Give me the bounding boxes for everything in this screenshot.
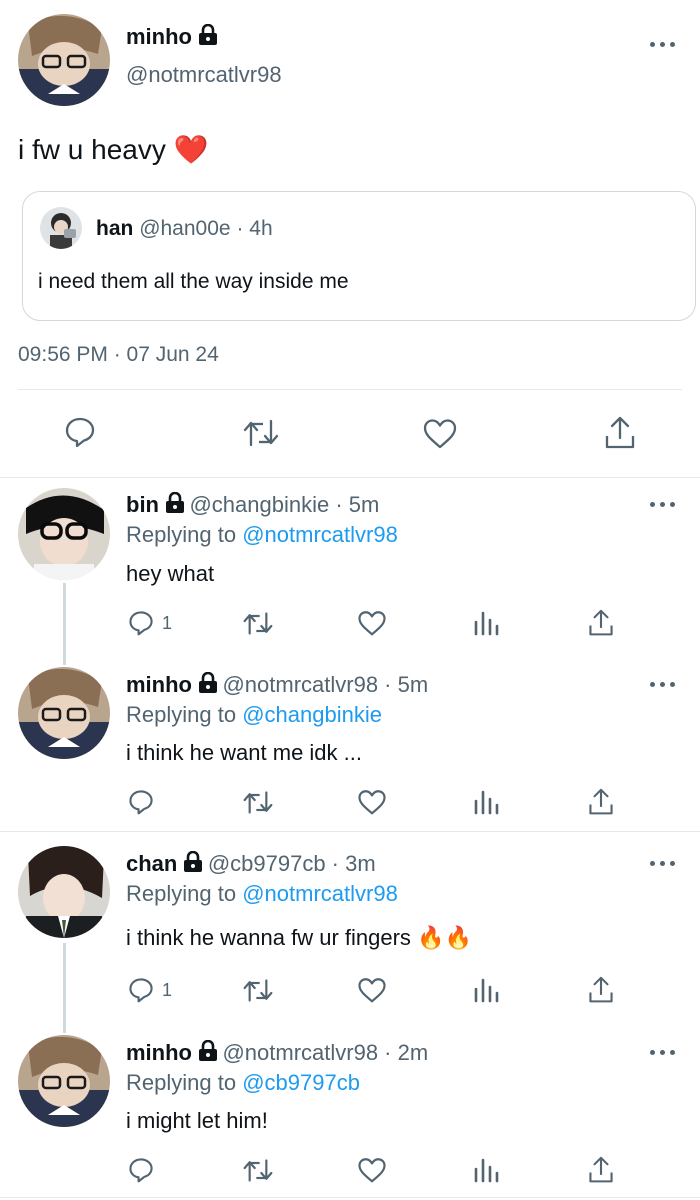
more-options-icon[interactable] xyxy=(650,39,676,49)
reply-icon[interactable] xyxy=(64,416,96,448)
avatar-minho[interactable] xyxy=(18,14,110,106)
divider xyxy=(18,389,682,390)
retweet-icon[interactable] xyxy=(243,790,273,815)
author-name[interactable]: minho xyxy=(126,24,192,49)
like-icon[interactable] xyxy=(357,977,387,1004)
divider xyxy=(0,831,700,832)
heart-emoji: ❤️ xyxy=(173,134,209,165)
lock-icon xyxy=(165,491,185,519)
replying-label: Replying to xyxy=(126,522,237,547)
reply-text: hey what xyxy=(126,561,215,586)
avatar-minho[interactable] xyxy=(18,667,110,759)
lock-icon xyxy=(198,1039,218,1067)
retweet-icon[interactable] xyxy=(243,978,273,1003)
retweet-icon[interactable] xyxy=(243,418,279,448)
avatar-bin[interactable] xyxy=(18,488,110,580)
share-icon[interactable] xyxy=(588,609,614,637)
retweet-icon[interactable] xyxy=(243,611,273,636)
divider xyxy=(0,477,700,478)
reply-icon[interactable] xyxy=(128,977,154,1003)
tweet-text: i fw u heavy xyxy=(18,134,166,165)
lock-icon xyxy=(183,850,203,878)
reply-text: i think he wanna fw ur fingers xyxy=(126,925,411,950)
reply-icon[interactable] xyxy=(128,1157,154,1183)
thread-line xyxy=(63,583,66,665)
author-handle-time[interactable]: @changbinkie · 5m xyxy=(189,492,379,517)
reply-text: i think he want me idk ... xyxy=(126,740,362,765)
analytics-icon[interactable] xyxy=(473,610,499,636)
replying-label: Replying to xyxy=(126,702,237,727)
reply-text: i might let him! xyxy=(126,1108,268,1133)
more-options-icon[interactable] xyxy=(650,499,676,509)
author-name[interactable]: chan xyxy=(126,851,177,876)
share-icon[interactable] xyxy=(588,1156,614,1184)
author-handle-time[interactable]: @notmrcatlvr98 · 2m xyxy=(222,1040,428,1065)
share-icon[interactable] xyxy=(588,976,614,1004)
author-handle-time[interactable]: @cb9797cb · 3m xyxy=(208,851,376,876)
reply-icon[interactable] xyxy=(128,610,154,636)
quote-text: i need them all the way inside me xyxy=(38,270,349,293)
analytics-icon[interactable] xyxy=(473,789,499,815)
more-options-icon[interactable] xyxy=(650,858,676,868)
divider xyxy=(0,1197,700,1198)
author-name[interactable]: bin xyxy=(126,492,159,517)
avatar-chan[interactable] xyxy=(18,846,110,938)
author-handle[interactable]: @notmrcatlvr98 xyxy=(126,62,282,88)
more-options-icon[interactable] xyxy=(650,679,676,689)
avatar-minho[interactable] xyxy=(18,1035,110,1127)
retweet-icon[interactable] xyxy=(243,1158,273,1183)
quote-author-name[interactable]: han xyxy=(96,217,133,240)
author-name[interactable]: minho xyxy=(126,1040,192,1065)
like-icon[interactable] xyxy=(422,418,458,450)
share-icon[interactable] xyxy=(604,416,636,450)
replying-to-mention[interactable]: @notmrcatlvr98 xyxy=(242,522,398,547)
quote-separator: · xyxy=(236,217,244,240)
tweet-timestamp: 09:56 PM · 07 Jun 24 xyxy=(18,343,219,366)
share-icon[interactable] xyxy=(588,788,614,816)
replying-label: Replying to xyxy=(126,1070,237,1095)
reply-icon[interactable] xyxy=(128,789,154,815)
like-icon[interactable] xyxy=(357,610,387,637)
reply-count: 1 xyxy=(162,980,173,1000)
lock-icon xyxy=(198,23,218,51)
author-handle-time[interactable]: @notmrcatlvr98 · 5m xyxy=(222,672,428,697)
reply-count: 1 xyxy=(162,613,173,633)
thread-line xyxy=(63,943,66,1033)
quote-tweet-card[interactable] xyxy=(22,191,696,321)
replying-to-mention[interactable]: @changbinkie xyxy=(242,702,382,727)
replying-to-mention[interactable]: @notmrcatlvr98 xyxy=(242,881,398,906)
fire-emoji: 🔥🔥 xyxy=(417,925,472,950)
quote-author-handle[interactable]: @han00e xyxy=(139,217,230,240)
quote-time: 4h xyxy=(249,217,273,240)
author-name[interactable]: minho xyxy=(126,672,192,697)
replying-to-mention[interactable]: @cb9797cb xyxy=(242,1070,360,1095)
replying-label: Replying to xyxy=(126,881,237,906)
analytics-icon[interactable] xyxy=(473,977,499,1003)
like-icon[interactable] xyxy=(357,1157,387,1184)
lock-icon xyxy=(198,671,218,699)
more-options-icon[interactable] xyxy=(650,1047,676,1057)
avatar-han[interactable] xyxy=(40,207,82,249)
like-icon[interactable] xyxy=(357,789,387,816)
analytics-icon[interactable] xyxy=(473,1157,499,1183)
